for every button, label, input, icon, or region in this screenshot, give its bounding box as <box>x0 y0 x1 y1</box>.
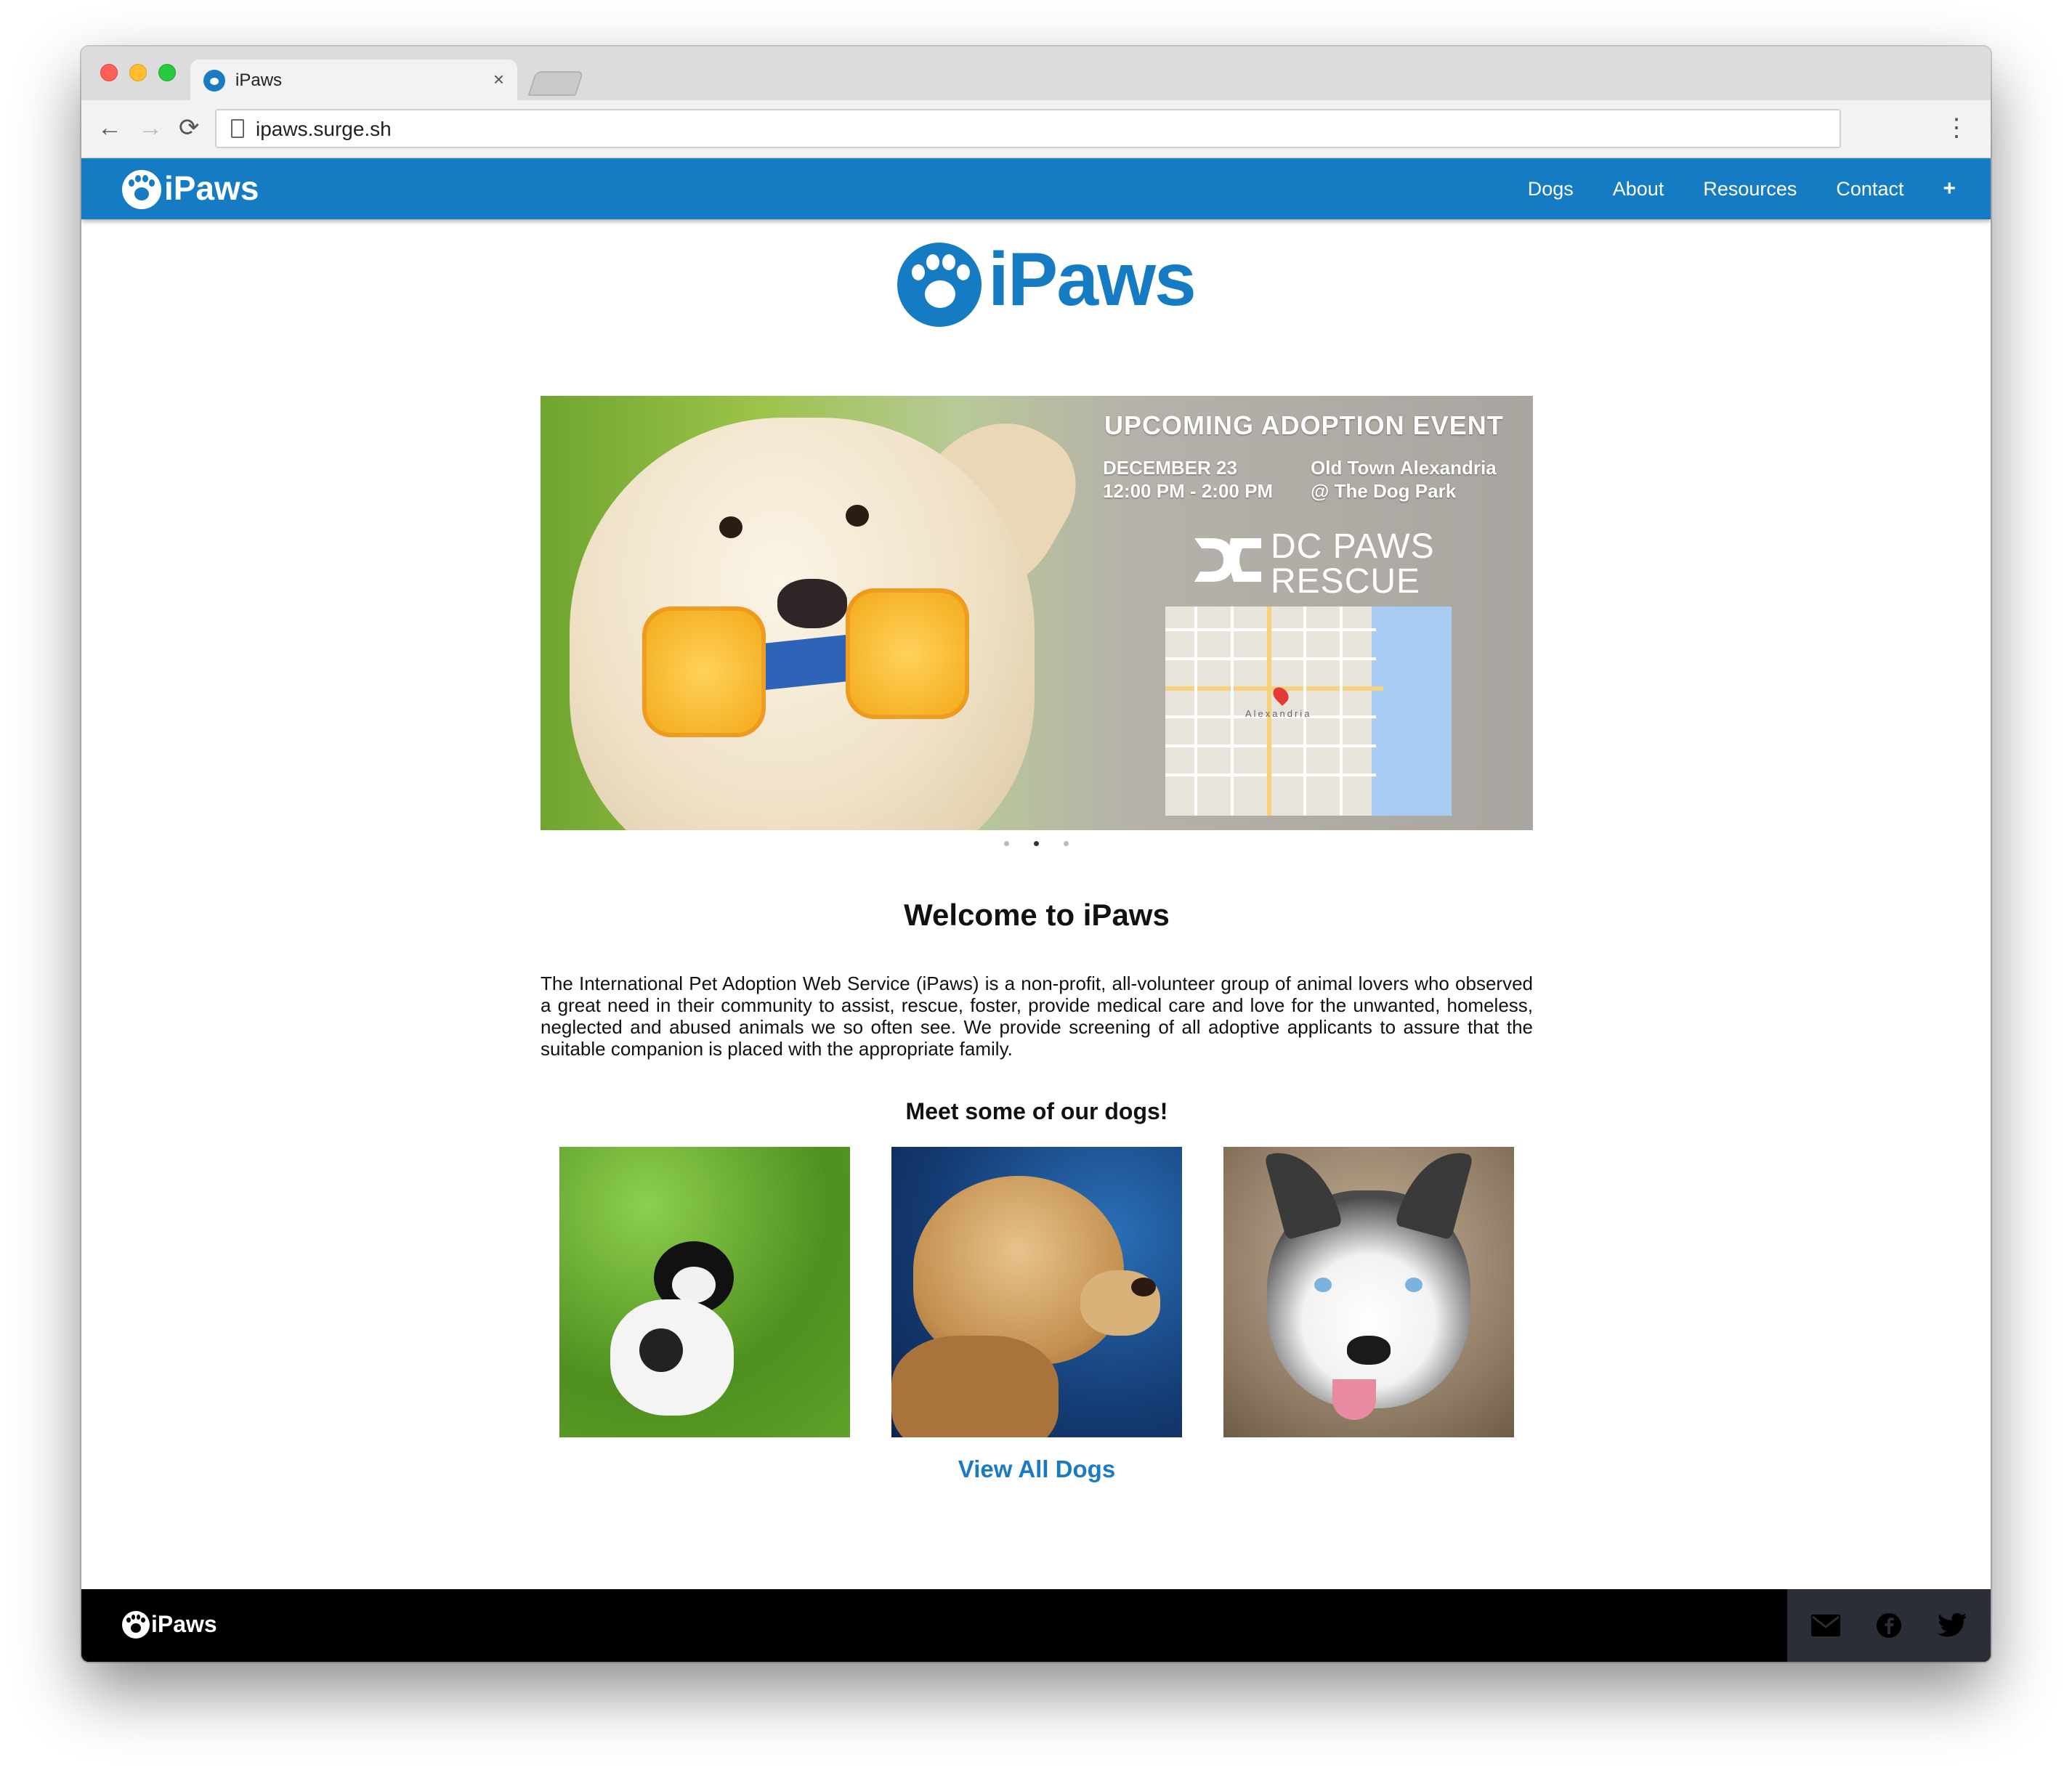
twitter-icon[interactable] <box>1937 1611 1967 1640</box>
close-window-button[interactable] <box>100 64 118 81</box>
hero-brand-text: iPaws <box>988 238 1197 322</box>
nav-link-contact[interactable]: Contact <box>1836 178 1903 200</box>
facebook-icon[interactable] <box>1874 1611 1903 1640</box>
address-bar[interactable]: ipaws.surge.sh <box>215 109 1841 148</box>
puppy-nose <box>777 579 847 628</box>
dog3-eye-right <box>1405 1278 1423 1292</box>
dog3-ear-right <box>1394 1147 1474 1241</box>
dog2-nose <box>1131 1278 1156 1296</box>
dog1-muzzle <box>672 1267 716 1303</box>
dog3-tongue <box>1332 1379 1376 1420</box>
nav-link-dogs[interactable]: Dogs <box>1528 178 1574 200</box>
dog2-chest <box>891 1336 1059 1437</box>
carousel-dot-1[interactable] <box>1004 841 1009 846</box>
puppy-eye-left <box>719 516 742 538</box>
view-all-dogs-link[interactable]: View All Dogs <box>541 1456 1533 1483</box>
event-title: UPCOMING ADOPTION EVENT <box>1104 410 1504 440</box>
event-carousel[interactable]: UPCOMING ADOPTION EVENT DECEMBER 23 12:0… <box>541 396 1533 830</box>
map-label: Alexandria <box>1245 708 1312 719</box>
footer-brand-text: iPaws <box>151 1611 217 1637</box>
tab-title: iPaws <box>235 70 283 90</box>
paw-logo-icon <box>122 170 161 209</box>
browser-menu-icon[interactable]: ⋮ <box>1944 113 1969 142</box>
dc-paws-rescue-text: DC PAWS RESCUE <box>1271 529 1435 599</box>
site-footer: iPaws <box>81 1589 1991 1662</box>
tab-strip: iPaws × <box>81 46 1991 102</box>
site-navbar: iPaws Dogs About Resources Contact + <box>81 158 1991 219</box>
back-arrow-icon[interactable]: ← <box>97 110 122 145</box>
footer-social-links <box>1787 1589 1991 1662</box>
minimize-window-button[interactable] <box>129 64 147 81</box>
dog-photo-3[interactable] <box>1223 1147 1514 1437</box>
reload-icon[interactable]: ⟳ <box>179 110 200 145</box>
new-tab-button[interactable] <box>527 71 584 96</box>
dc-paws-logo-icon <box>1194 538 1261 582</box>
dog1-spot <box>639 1328 683 1372</box>
maximize-window-button[interactable] <box>158 64 176 81</box>
carousel-dot-2[interactable] <box>1034 841 1039 846</box>
footer-paw-logo-icon <box>122 1611 150 1639</box>
partner-line1: DC PAWS <box>1271 527 1435 566</box>
event-date: DECEMBER 23 <box>1103 457 1237 479</box>
paw-favicon-icon <box>203 70 225 92</box>
dog3-nose <box>1347 1336 1391 1365</box>
nav-link-about[interactable]: About <box>1613 178 1664 200</box>
carousel-dot-3[interactable] <box>1064 841 1069 846</box>
forward-arrow-icon[interactable]: → <box>138 110 163 145</box>
dog3-eye-left <box>1314 1278 1332 1292</box>
browser-tab[interactable]: iPaws × <box>190 60 517 102</box>
page-icon <box>231 119 244 138</box>
nav-plus-button[interactable]: + <box>1943 176 1956 201</box>
mail-icon[interactable] <box>1811 1611 1841 1640</box>
navbar-brand-text: iPaws <box>164 169 259 207</box>
intro-paragraph: The International Pet Adoption Web Servi… <box>541 973 1533 1060</box>
dog-photo-2[interactable] <box>891 1147 1182 1437</box>
toy-end-right <box>846 588 969 719</box>
nav-links: Dogs About Resources Contact + <box>1528 158 1956 219</box>
welcome-heading: Welcome to iPaws <box>904 898 1170 932</box>
url-text[interactable]: ipaws.surge.sh <box>256 118 392 141</box>
meet-dogs-heading: Meet some of our dogs! <box>905 1098 1168 1124</box>
browser-window: iPaws × ← → ⟳ ipaws.surge.sh ⋮ iPaws Dog… <box>81 46 1991 1662</box>
dog-photo-1[interactable] <box>559 1147 850 1437</box>
close-tab-icon[interactable]: × <box>493 68 504 91</box>
toy-end-left <box>642 606 766 737</box>
carousel-indicators <box>1004 841 1069 846</box>
partner-line2: RESCUE <box>1271 562 1421 601</box>
map-water <box>1372 606 1452 816</box>
event-location-line2: @ The Dog Park <box>1311 480 1457 502</box>
nav-link-resources[interactable]: Resources <box>1703 178 1797 200</box>
event-location-line1: Old Town Alexandria <box>1311 457 1497 479</box>
puppy-eye-right <box>846 505 869 527</box>
hero-paw-logo-icon <box>897 243 982 327</box>
browser-toolbar: ← → ⟳ ipaws.surge.sh ⋮ <box>81 100 1991 158</box>
dog3-ear-left <box>1263 1147 1343 1241</box>
event-time: 12:00 PM - 2:00 PM <box>1103 480 1274 502</box>
event-map[interactable]: Alexandria <box>1165 606 1452 816</box>
